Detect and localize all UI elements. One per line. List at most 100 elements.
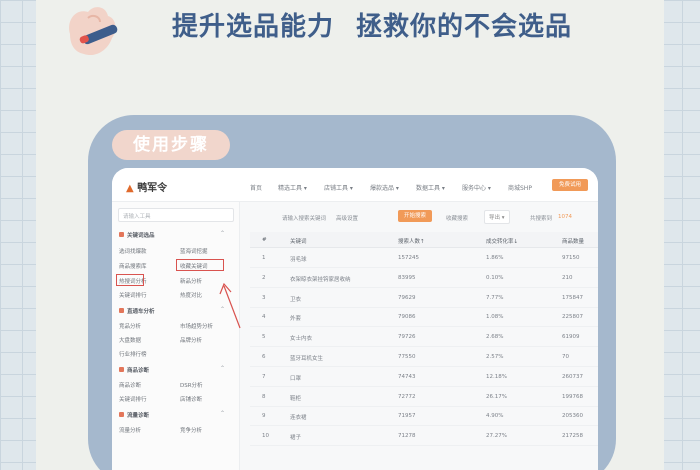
- headline-part1: 提升选品能力: [172, 12, 335, 42]
- collapse-icon[interactable]: ⌃: [220, 230, 225, 237]
- cell-conversion: 2.68%: [486, 334, 504, 341]
- cell-keyword: 裙子: [290, 435, 302, 442]
- cell-search-count: 157245: [398, 255, 419, 261]
- search-button[interactable]: 开始搜索: [398, 210, 432, 222]
- table-row[interactable]: 2 衣架晾衣架挂钩家居收纳 83995 0.10% 210: [250, 269, 598, 288]
- cell-product-count: 260737: [562, 373, 583, 380]
- sidebar-item[interactable]: 行业排行榜: [119, 350, 147, 358]
- cell-conversion: 26.17%: [486, 393, 507, 400]
- col-keyword[interactable]: 关键词: [290, 237, 307, 245]
- cell-index: 2: [262, 274, 266, 281]
- logo-mark-icon: ▲: [126, 183, 134, 194]
- col-search-count[interactable]: 搜索人数↑: [398, 237, 425, 245]
- table-row[interactable]: 1 羽毛球 157245 1.86% 97150: [250, 249, 598, 268]
- table-row[interactable]: 5 女士内衣 79726 2.68% 61909: [250, 328, 598, 348]
- cell-keyword: 蓝牙耳机女生: [290, 356, 324, 362]
- collapse-icon[interactable]: ⌃: [220, 410, 225, 417]
- sidebar-item[interactable]: 市场趋势分析: [180, 322, 213, 330]
- nav-item-service[interactable]: 服务中心 ▾: [462, 183, 491, 192]
- cell-search-count: 74743: [398, 373, 416, 380]
- sidebar-item[interactable]: 关键词排行: [119, 395, 147, 403]
- cell-index: 4: [262, 314, 266, 321]
- nav-item-home[interactable]: 首页: [250, 183, 262, 192]
- group-icon: [119, 412, 124, 417]
- nav-item-data[interactable]: 数据工具 ▾: [416, 183, 445, 192]
- table-row[interactable]: 7 口罩 74743 12.18% 260737: [250, 368, 598, 387]
- cell-index: 8: [262, 393, 266, 400]
- cell-conversion: 12.18%: [486, 373, 507, 380]
- cell-keyword: 鞋柜: [290, 395, 302, 402]
- sidebar-item[interactable]: 新品分析: [180, 277, 202, 285]
- cell-conversion: 7.77%: [486, 294, 504, 301]
- cell-conversion: 0.10%: [486, 274, 504, 281]
- advanced-settings-link[interactable]: 高级设置: [336, 214, 358, 222]
- highlight-box: [116, 274, 144, 286]
- sidebar-item[interactable]: 品牌分析: [180, 336, 202, 344]
- table-row[interactable]: 9 连衣裙 71957 4.90% 205360: [250, 407, 598, 427]
- nav-item-shop-app[interactable]: 商城SHP: [508, 183, 532, 192]
- app-topbar: ▲ 鸭军令 首页 精选工具 ▾ 店铺工具 ▾ 爆款选品 ▾ 数据工具 ▾ 服务中…: [112, 168, 598, 202]
- sidebar-item[interactable]: 关键词排行: [119, 291, 147, 299]
- sidebar-group-title[interactable]: 商品诊断: [127, 366, 149, 374]
- sidebar-item[interactable]: 流量分析: [119, 426, 141, 434]
- steps-label: 使用步骤: [112, 130, 230, 160]
- cell-search-count: 83995: [398, 274, 416, 281]
- sidebar-item[interactable]: 竞争分析: [180, 426, 202, 434]
- cell-index: 5: [262, 334, 266, 341]
- group-icon: [119, 308, 124, 313]
- sidebar-group-title[interactable]: 关键词选品: [127, 231, 155, 239]
- sidebar-item[interactable]: 竞品分析: [119, 322, 141, 330]
- free-trial-button[interactable]: 免费试用: [552, 179, 588, 191]
- cell-search-count: 71278: [398, 433, 416, 440]
- headline: 提升选品能力 拯救你的不会选品: [172, 6, 652, 42]
- cell-index: 10: [262, 433, 269, 440]
- cell-keyword: 外套: [290, 316, 302, 323]
- keyword-search-input[interactable]: 请输入搜索关键词: [282, 214, 326, 222]
- app-logo[interactable]: ▲ 鸭军令: [126, 179, 167, 194]
- cell-index: 3: [262, 294, 266, 301]
- cell-conversion: 2.57%: [486, 354, 504, 360]
- sidebar-item[interactable]: 商品搜索库: [119, 262, 147, 270]
- cell-search-count: 71957: [398, 413, 416, 420]
- highlight-box: [176, 259, 224, 271]
- col-conversion[interactable]: 成交转化率↓: [486, 237, 518, 245]
- cell-product-count: 225807: [562, 314, 583, 321]
- cell-keyword: 女士内衣: [290, 336, 313, 343]
- group-icon: [119, 232, 124, 237]
- sidebar-item[interactable]: 店铺诊断: [180, 395, 202, 403]
- cell-index: 1: [262, 255, 266, 261]
- nav-item-products[interactable]: 爆款选品 ▾: [370, 183, 399, 192]
- collect-search-button[interactable]: 收藏搜索: [446, 214, 468, 222]
- col-product-count[interactable]: 商品数量: [562, 237, 584, 245]
- collapse-icon[interactable]: ⌃: [220, 365, 225, 372]
- collapse-icon[interactable]: ⌃: [220, 306, 225, 313]
- table-row[interactable]: 8 鞋柜 72772 26.17% 199768: [250, 388, 598, 407]
- group-icon: [119, 367, 124, 372]
- nav-item-shop[interactable]: 店铺工具 ▾: [324, 183, 353, 192]
- tool-search-input[interactable]: 请输入工具: [118, 208, 234, 222]
- sidebar: 请输入工具 关键词选品 ⌃ 选词找爆款 蓝海词挖掘 商品搜索库 收藏关键词 热搜…: [112, 202, 240, 470]
- export-select[interactable]: 导出 ▾: [484, 210, 510, 224]
- table-row[interactable]: 4 外套 79086 1.08% 225807: [250, 308, 598, 328]
- cell-keyword: 口罩: [290, 375, 302, 382]
- result-count: 1074: [558, 214, 572, 220]
- logo-text: 鸭军令: [137, 183, 168, 194]
- cell-index: 7: [262, 373, 266, 380]
- table-row[interactable]: 6 蓝牙耳机女生 77550 2.57% 70: [250, 348, 598, 367]
- cell-conversion: 27.27%: [486, 433, 507, 440]
- sidebar-item[interactable]: DSR分析: [180, 381, 203, 389]
- cell-product-count: 70: [562, 354, 569, 360]
- cell-keyword: 连衣裙: [290, 415, 307, 422]
- cell-keyword: 羽毛球: [290, 257, 307, 263]
- cell-product-count: 210: [562, 274, 573, 281]
- sidebar-item[interactable]: 商品诊断: [119, 381, 141, 389]
- sidebar-item[interactable]: 蓝海词挖掘: [180, 247, 208, 255]
- table-row[interactable]: 10 裙子 71278 27.27% 217258: [250, 427, 598, 447]
- sidebar-group-title[interactable]: 流量诊断: [127, 411, 149, 419]
- sidebar-item[interactable]: 大盘数据: [119, 336, 141, 344]
- nav-item-tools[interactable]: 精选工具 ▾: [278, 183, 307, 192]
- table-row[interactable]: 3 卫衣 79629 7.77% 175847: [250, 289, 598, 308]
- sidebar-item[interactable]: 选词找爆款: [119, 247, 147, 255]
- sidebar-item[interactable]: 热度对比: [180, 291, 202, 299]
- sidebar-group-title[interactable]: 直通车分析: [127, 307, 155, 315]
